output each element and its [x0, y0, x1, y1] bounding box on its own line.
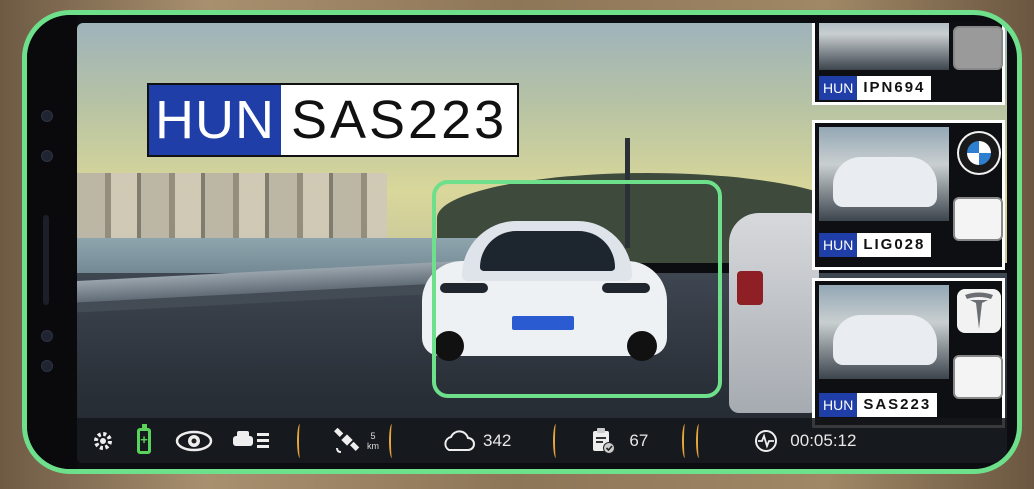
history-card[interactable]: HUN SAS223	[812, 278, 1005, 428]
heartbeat-icon	[754, 429, 778, 453]
separator	[696, 423, 702, 458]
detection-history: HUN IPN694 HUN LIG028 HUN SAS223	[812, 23, 1007, 428]
card-plate: HUN LIG028	[819, 233, 932, 257]
bmw-logo-icon	[957, 131, 1001, 175]
clipboard-check-icon	[591, 427, 616, 455]
color-swatch	[953, 197, 1003, 241]
eye-icon[interactable]	[175, 429, 213, 453]
status-bar: + 5 km 342 67 00:05:12	[77, 418, 1007, 463]
sensor-icon	[41, 150, 53, 162]
cloud-count: 342	[483, 430, 512, 450]
camera-icon	[41, 110, 53, 122]
plate-country: HUN	[149, 85, 281, 155]
card-plate: HUN IPN694	[819, 76, 932, 100]
separator	[682, 423, 688, 458]
cloud-icon	[441, 429, 475, 452]
history-card[interactable]: HUN LIG028	[812, 120, 1005, 270]
battery-icon: +	[137, 423, 151, 454]
card-plate-country: HUN	[819, 393, 858, 417]
history-card[interactable]: HUN IPN694	[812, 23, 1005, 105]
separator	[297, 423, 303, 458]
report-count: 67	[629, 430, 649, 450]
recognized-plate: HUN SAS223	[147, 83, 520, 157]
plate-number: SAS223	[291, 90, 508, 150]
phone-bezel	[27, 15, 77, 469]
color-swatch	[953, 355, 1003, 399]
distance-readout: 5 km	[367, 431, 379, 451]
sensor-icon	[41, 360, 53, 372]
camera-view[interactable]: HUN SAS223 HUN IPN694 HUN LIG028 HUN SAS…	[77, 23, 1007, 463]
card-plate-country: HUN	[819, 233, 858, 257]
side-button	[43, 215, 49, 305]
car-thumbnail	[819, 127, 949, 221]
card-plate-country: HUN	[819, 76, 858, 100]
separator	[389, 423, 395, 458]
card-plate-number: LIG028	[863, 236, 926, 253]
card-plate: HUN SAS223	[819, 393, 938, 417]
car-thumbnail	[819, 23, 949, 70]
distance-unit: km	[367, 440, 379, 451]
card-plate-number: IPN694	[863, 79, 926, 96]
detection-box[interactable]	[432, 180, 722, 398]
car-thumbnail	[819, 285, 949, 379]
scene-city	[77, 173, 387, 243]
distance-value: 5	[370, 430, 376, 441]
gear-icon[interactable]	[91, 429, 115, 453]
sensor-icon	[41, 330, 53, 342]
card-plate-number: SAS223	[863, 396, 932, 413]
recording-timer: 00:05:12	[790, 430, 857, 450]
color-swatch	[953, 26, 1003, 70]
scene-car	[729, 213, 819, 413]
separator	[553, 423, 559, 458]
satellite-icon	[333, 427, 363, 454]
car-list-icon[interactable]	[231, 428, 271, 454]
phone-frame: HUN SAS223 HUN IPN694 HUN LIG028 HUN SAS…	[22, 10, 1022, 474]
tesla-logo-icon	[957, 289, 1001, 333]
